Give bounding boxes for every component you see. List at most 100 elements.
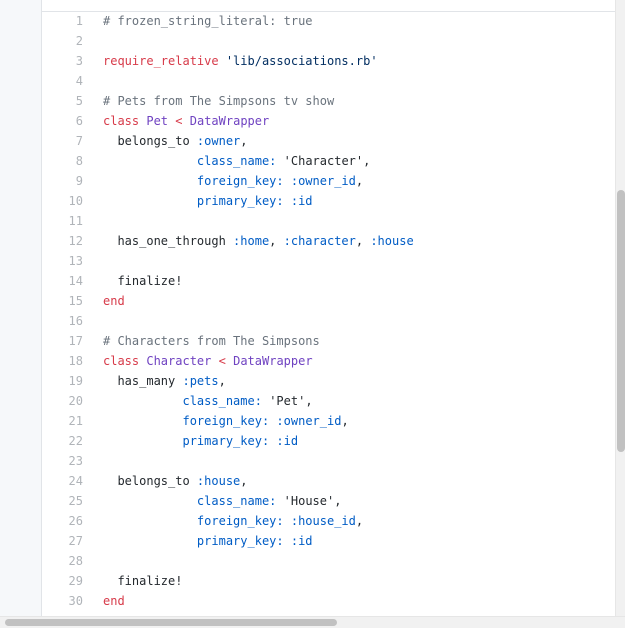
code-line: 27 primary_key: :id <box>42 531 616 551</box>
code-token: DataWrapper <box>233 354 313 368</box>
vertical-scrollbar[interactable] <box>615 0 625 616</box>
code-token: :owner_id <box>276 414 342 428</box>
code-listing[interactable]: 1 # frozen_string_literal: true 2 3 require_… <box>42 11 616 611</box>
line-number: 27 <box>68 534 83 548</box>
code-token: # Characters from The Simpsons <box>103 334 320 348</box>
code-line: 19 has_many :pets, <box>42 371 616 391</box>
line-source: has_many :pets, <box>103 371 226 391</box>
line-source: end <box>103 291 125 311</box>
line-number: 5 <box>75 94 83 108</box>
code-line: 10 primary_key: :id <box>42 191 616 211</box>
code-token: :owner_id <box>290 174 356 188</box>
code-token: class_name: <box>196 494 277 508</box>
code-line: 11 <box>42 211 616 231</box>
line-number: 3 <box>75 54 83 68</box>
code-token: DataWrapper <box>189 114 270 128</box>
code-token: 'House' <box>283 494 335 508</box>
code-line: 22 primary_key: :id <box>42 431 616 451</box>
code-token: , <box>218 374 226 388</box>
line-number: 23 <box>68 454 83 468</box>
code-token: foreign_key: <box>196 514 284 528</box>
code-token: foreign_key: <box>196 174 284 188</box>
line-number: 30 <box>68 594 83 608</box>
code-token: primary_key: <box>182 434 270 448</box>
code-token: , <box>240 474 248 488</box>
line-number: 26 <box>68 514 83 528</box>
code-line: 5 # Pets from The Simpsons tv show <box>42 91 616 111</box>
vertical-scrollbar-thumb[interactable] <box>617 190 625 452</box>
code-token: has_many <box>103 374 183 388</box>
code-viewer: 1 # frozen_string_literal: true 2 3 require_… <box>41 0 617 616</box>
code-line: 6 class Pet < DataWrapper <box>42 111 616 131</box>
line-number: 9 <box>75 174 83 188</box>
code-line: 7 belongs_to :owner, <box>42 131 616 151</box>
code-line: 15 end <box>42 291 616 311</box>
code-line: 23 <box>42 451 616 471</box>
line-source: # frozen_string_literal: true <box>103 11 313 31</box>
code-token: belongs_to <box>103 134 197 148</box>
code-token: end <box>103 294 125 308</box>
code-line: 14 finalize! <box>42 271 616 291</box>
line-number: 21 <box>68 414 83 428</box>
code-line: 17 # Characters from The Simpsons <box>42 331 616 351</box>
line-number: 25 <box>68 494 83 508</box>
code-token: end <box>103 594 125 608</box>
code-token: < <box>218 354 226 368</box>
line-source: belongs_to :house, <box>103 471 248 491</box>
line-source: belongs_to :owner, <box>103 131 247 151</box>
line-number: 28 <box>68 554 83 568</box>
code-token: :character <box>283 234 356 248</box>
code-token: :id <box>290 194 313 208</box>
line-source: class_name: 'Character', <box>103 151 370 171</box>
line-number: 7 <box>75 134 83 148</box>
line-source: primary_key: :id <box>103 431 298 451</box>
line-number: 20 <box>68 394 83 408</box>
code-token: , <box>334 494 342 508</box>
line-number: 15 <box>68 294 83 308</box>
line-source: class Character < DataWrapper <box>103 351 313 371</box>
line-source: finalize! <box>103 271 182 291</box>
line-number: 17 <box>68 334 83 348</box>
code-token: class_name: <box>182 394 262 408</box>
code-token: 'Pet' <box>269 394 306 408</box>
code-token: :house <box>196 474 241 488</box>
line-source: # Characters from The Simpsons <box>103 331 320 351</box>
line-number: 14 <box>68 274 83 288</box>
horizontal-scrollbar[interactable] <box>0 616 625 628</box>
code-line: 9 foreign_key: :owner_id, <box>42 171 616 191</box>
line-number: 12 <box>68 234 83 248</box>
line-number: 6 <box>75 114 83 128</box>
code-token: # Pets from The Simpsons tv show <box>103 94 335 108</box>
line-number: 16 <box>68 314 83 328</box>
code-token: belongs_to <box>103 474 197 488</box>
code-token: primary_key: <box>196 534 284 548</box>
horizontal-scrollbar-thumb[interactable] <box>5 619 337 626</box>
code-line: 18 class Character < DataWrapper <box>42 351 616 371</box>
line-source: finalize! <box>103 571 182 591</box>
line-number: 22 <box>68 434 83 448</box>
code-token: primary_key: <box>196 194 284 208</box>
code-token: :house_id <box>290 514 356 528</box>
code-line: 4 <box>42 71 616 91</box>
code-line: 26 foreign_key: :house_id, <box>42 511 616 531</box>
code-token: , <box>355 174 364 188</box>
code-token: foreign_key: <box>182 414 270 428</box>
code-line: 28 <box>42 551 616 571</box>
line-number: 1 <box>75 14 83 28</box>
